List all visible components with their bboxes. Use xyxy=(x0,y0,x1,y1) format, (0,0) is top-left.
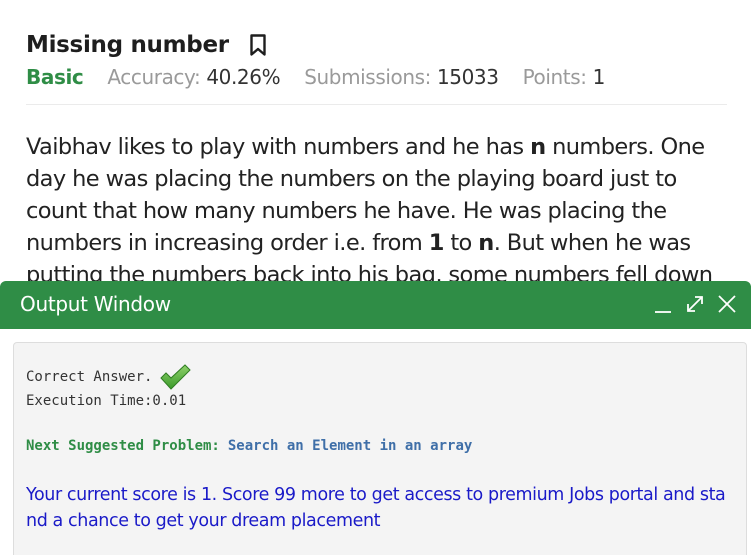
title-row: Missing number xyxy=(26,32,267,58)
problem-title: Missing number xyxy=(26,32,229,58)
submissions-label: Submissions: xyxy=(304,65,431,89)
statement-line: count that how many numbers he have. He … xyxy=(26,198,667,224)
statement-bold: n xyxy=(530,134,546,160)
execution-time: Execution Time:0.01 xyxy=(26,393,187,409)
result-line: Correct Answer. xyxy=(26,363,192,391)
statement-text: . But when he was xyxy=(493,230,691,256)
checkmark-icon xyxy=(158,363,192,391)
bookmark-icon[interactable] xyxy=(249,33,267,57)
expand-icon[interactable] xyxy=(684,293,706,315)
header-divider xyxy=(26,104,727,105)
next-suggested-problem: Next Suggested Problem: Search an Element… xyxy=(26,438,472,454)
close-icon[interactable] xyxy=(716,293,738,315)
suggested-problem-link[interactable]: Search an Element in an array xyxy=(228,438,472,454)
points-value: 1 xyxy=(592,65,606,89)
statement-bold: 1 xyxy=(428,230,445,256)
problem-statement: Vaibhav likes to play with numbers and h… xyxy=(26,131,726,291)
output-window-title: Output Window xyxy=(20,292,171,316)
output-window-header[interactable]: Output Window xyxy=(0,281,751,329)
problem-meta: Basic Accuracy: 40.26% Submissions: 1503… xyxy=(26,65,605,89)
statement-line: day he was placing the numbers on the pl… xyxy=(26,166,677,192)
statement-text: numbers in increasing order i.e. from xyxy=(26,230,429,256)
statement-line: Vaibhav likes to play with numbers and h… xyxy=(26,131,726,163)
output-window: Output Window Correct Answer. Execution … xyxy=(0,281,751,555)
result-text: Correct Answer. xyxy=(26,369,153,385)
statement-text: numbers. One xyxy=(545,134,705,160)
score-message: Your current score is 1. Score 99 more t… xyxy=(26,485,726,531)
statement-text: to xyxy=(443,230,479,256)
submissions-value: 15033 xyxy=(436,65,499,89)
output-console: Correct Answer. Execution Time:0.01 Next… xyxy=(13,342,747,555)
statement-text: Vaibhav likes to play with numbers and h… xyxy=(26,134,531,160)
statement-bold: n xyxy=(478,230,494,256)
points-label: Points: xyxy=(522,65,587,89)
accuracy-value: 40.26% xyxy=(206,65,281,89)
difficulty-badge: Basic xyxy=(26,65,84,89)
suggest-label: Next Suggested Problem: xyxy=(26,438,220,454)
statement-line: numbers in increasing order i.e. from 1 … xyxy=(26,227,726,259)
minimize-icon[interactable] xyxy=(652,293,674,315)
accuracy-label: Accuracy: xyxy=(107,65,201,89)
